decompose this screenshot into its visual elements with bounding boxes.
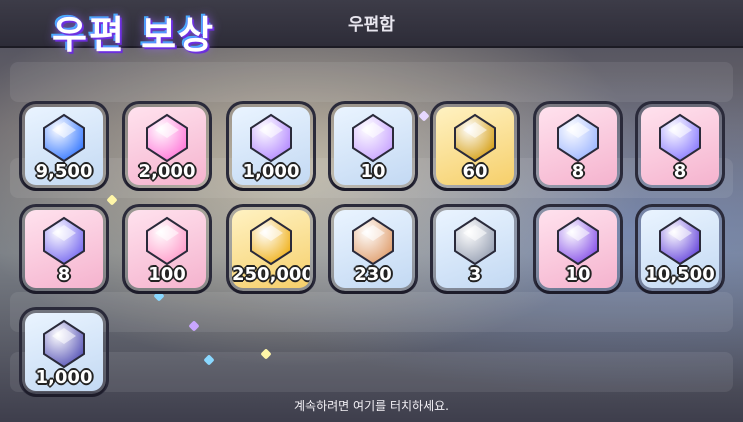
mail-row-bg <box>10 352 733 392</box>
reward-quantity: 3 <box>468 264 482 285</box>
reward-item[interactable]: 8 <box>638 104 722 188</box>
ancient-stone-icon <box>654 112 706 168</box>
reward-item[interactable]: 1,000 <box>22 310 106 394</box>
gold-coin-icon <box>245 215 297 271</box>
reward-item[interactable]: 230 <box>331 207 415 291</box>
touch-to-continue-hint[interactable]: 계속하려면 여기를 터치하세요. <box>0 397 743 414</box>
reward-quantity: 8 <box>57 264 71 285</box>
purple-crystal-icon <box>654 215 706 271</box>
gold-crest-icon <box>449 112 501 168</box>
reward-quantity: 10 <box>565 264 591 285</box>
reward-item[interactable]: 250,000 <box>229 207 313 291</box>
reward-item[interactable]: 10 <box>536 207 620 291</box>
reward-item[interactable]: 1,000 <box>229 104 313 188</box>
reward-quantity: 1,000 <box>35 367 93 388</box>
reward-item[interactable]: 2,000 <box>125 104 209 188</box>
reward-item[interactable]: 8 <box>22 207 106 291</box>
candy-jar-icon <box>141 215 193 271</box>
reward-title: 우편 보상 <box>52 13 216 57</box>
reward-quantity: 100 <box>148 264 186 285</box>
reward-item[interactable]: 10,500 <box>638 207 722 291</box>
rainbow-cube-icon <box>141 112 193 168</box>
rainbow-star-icon <box>245 112 297 168</box>
reward-quantity: 230 <box>354 264 392 285</box>
reward-item[interactable]: 3 <box>433 207 517 291</box>
purple-ticket-icon <box>552 215 604 271</box>
reward-quantity: 2,000 <box>138 161 196 182</box>
reward-quantity: 60 <box>462 161 488 182</box>
reward-item[interactable]: 8 <box>536 104 620 188</box>
magic-cookie-cutter-icon <box>347 112 399 168</box>
tower-emblem-icon <box>38 318 90 374</box>
reward-item[interactable]: 100 <box>125 207 209 291</box>
mail-row-bg <box>10 62 733 102</box>
reward-quantity: 9,500 <box>35 161 93 182</box>
reward-item[interactable]: 10 <box>331 104 415 188</box>
cookie-cutter-icon <box>449 215 501 271</box>
reward-quantity: 8 <box>571 161 585 182</box>
blue-crystal-icon <box>38 112 90 168</box>
reward-quantity: 10,500 <box>645 264 715 285</box>
mail-row-bg <box>10 292 733 332</box>
reward-item[interactable]: 60 <box>433 104 517 188</box>
reward-quantity: 10 <box>360 161 386 182</box>
pillar-scroll-icon <box>552 112 604 168</box>
gear-crest-icon <box>38 215 90 271</box>
reward-quantity: 250,000 <box>232 264 310 285</box>
reward-quantity: 1,000 <box>242 161 300 182</box>
reward-quantity: 8 <box>673 161 687 182</box>
biscuit-shard-icon <box>347 215 399 271</box>
reward-item[interactable]: 9,500 <box>22 104 106 188</box>
